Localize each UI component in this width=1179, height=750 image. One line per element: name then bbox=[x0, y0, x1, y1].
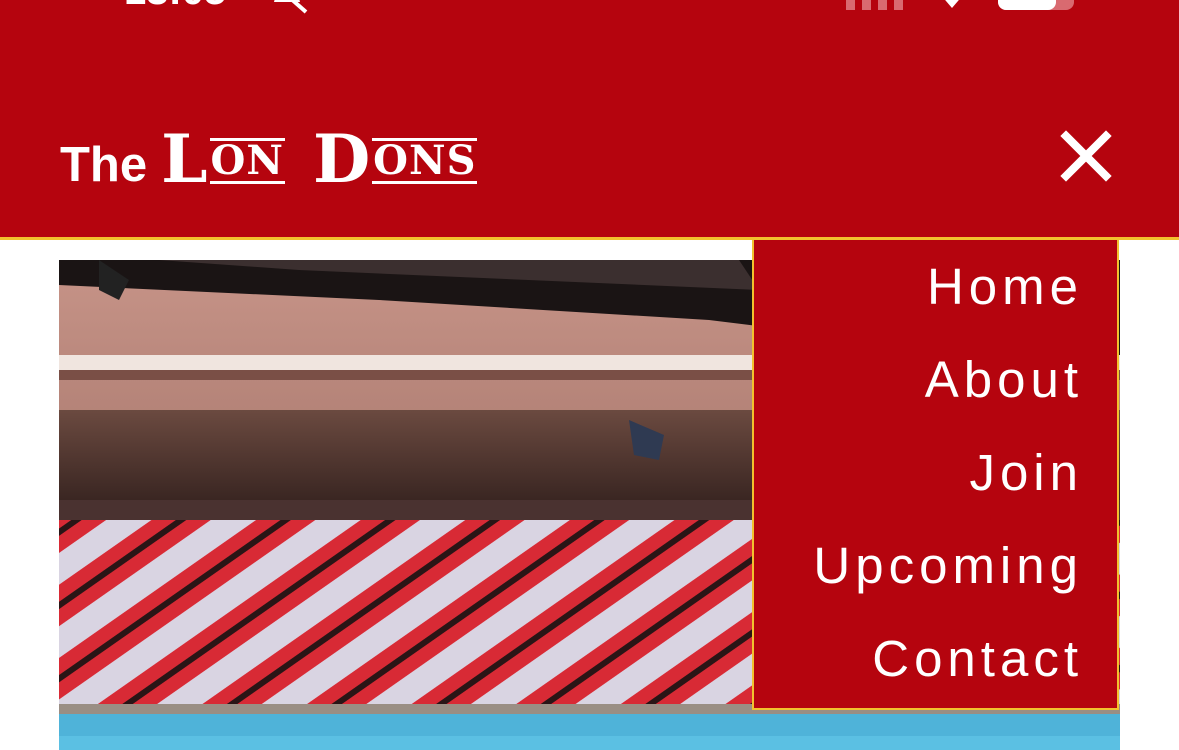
battery-icon bbox=[998, 0, 1074, 10]
app-root: 13:05 The L ON bbox=[0, 0, 1179, 750]
status-bar: 13:05 bbox=[0, 0, 1179, 20]
wifi-icon bbox=[945, 0, 959, 8]
nav-dropdown-menu: Home About Join Upcoming Contact bbox=[752, 240, 1119, 710]
nav-item-upcoming[interactable]: Upcoming bbox=[754, 527, 1083, 620]
logo-the-text: The bbox=[60, 138, 148, 192]
nav-item-join[interactable]: Join bbox=[754, 434, 1083, 527]
signal-icon bbox=[846, 0, 903, 10]
logo-word-dons-initial: D bbox=[312, 120, 372, 198]
logo-word-lon-initial: L bbox=[161, 120, 209, 198]
status-time: 13:05 bbox=[124, 0, 226, 14]
site-logo[interactable]: The L ON D ONS bbox=[60, 122, 540, 192]
site-header: 13:05 The L ON bbox=[0, 0, 1179, 240]
logo-word-lon-rest: ON bbox=[209, 137, 285, 184]
nav-item-contact[interactable]: Contact bbox=[754, 620, 1083, 713]
logo-word-dons: D ONS bbox=[313, 126, 478, 192]
mute-icon bbox=[274, 0, 308, 14]
logo-word-dons-rest: ONS bbox=[372, 137, 478, 184]
close-menu-button[interactable] bbox=[1060, 130, 1112, 182]
logo-word-lon: L ON bbox=[161, 126, 285, 192]
nav-item-home[interactable]: Home bbox=[754, 248, 1083, 341]
nav-item-about[interactable]: About bbox=[754, 341, 1083, 434]
close-icon bbox=[1060, 130, 1112, 182]
